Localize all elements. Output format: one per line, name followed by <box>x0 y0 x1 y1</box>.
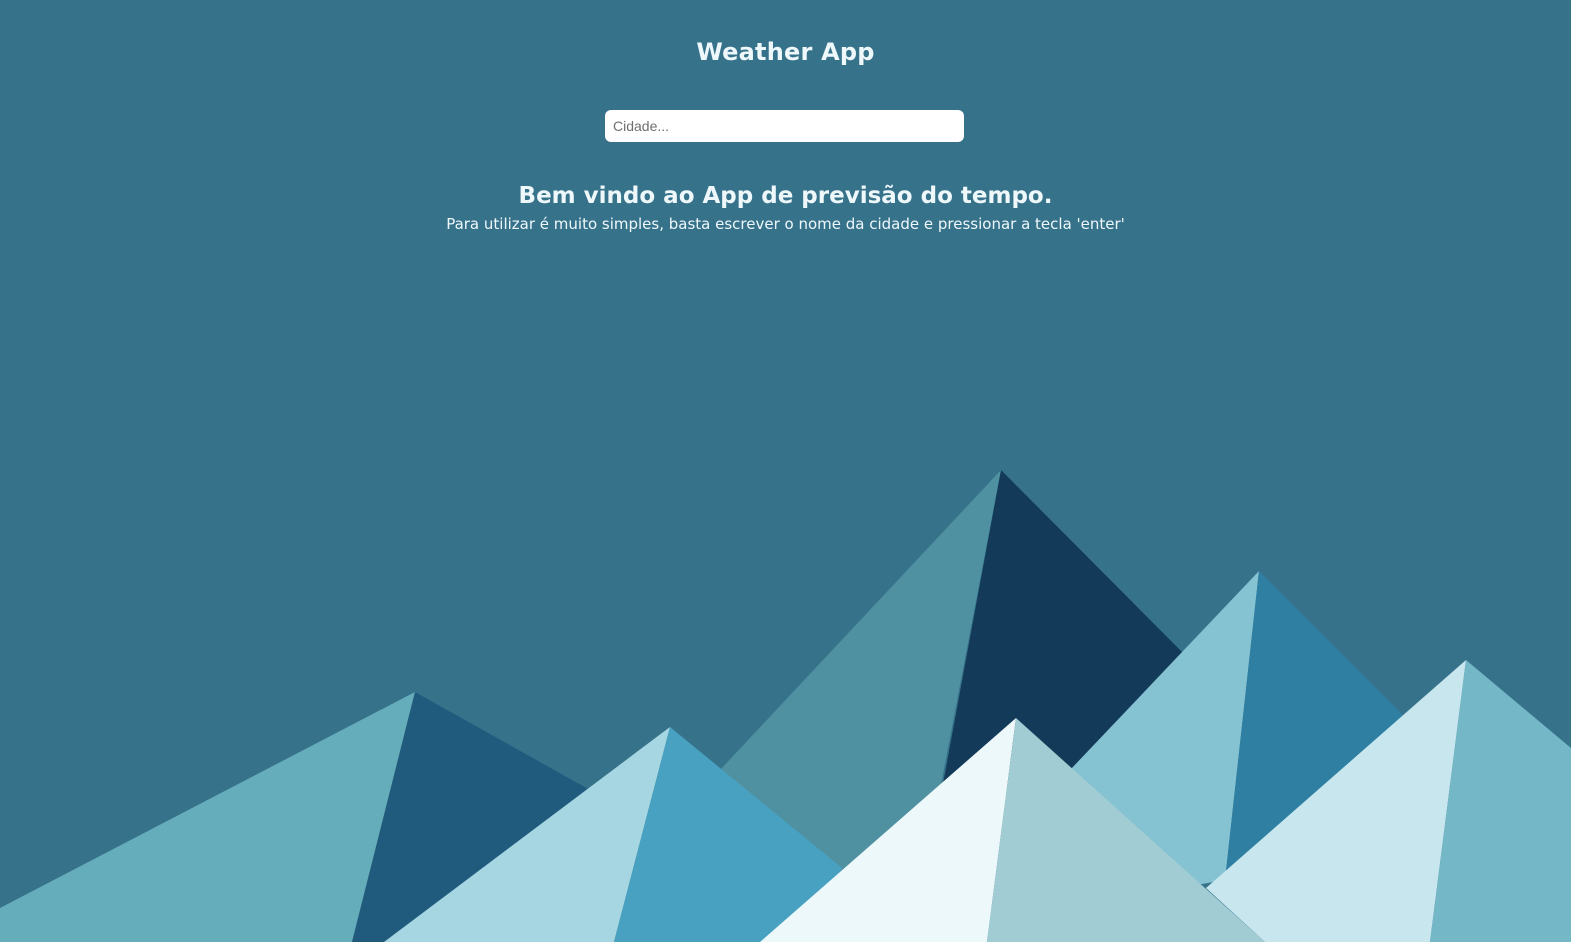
mountain-left-light-face <box>0 692 415 942</box>
mountains-illustration <box>0 470 1571 942</box>
weather-app-page: Weather App Bem vindo ao App de previsão… <box>0 0 1571 942</box>
